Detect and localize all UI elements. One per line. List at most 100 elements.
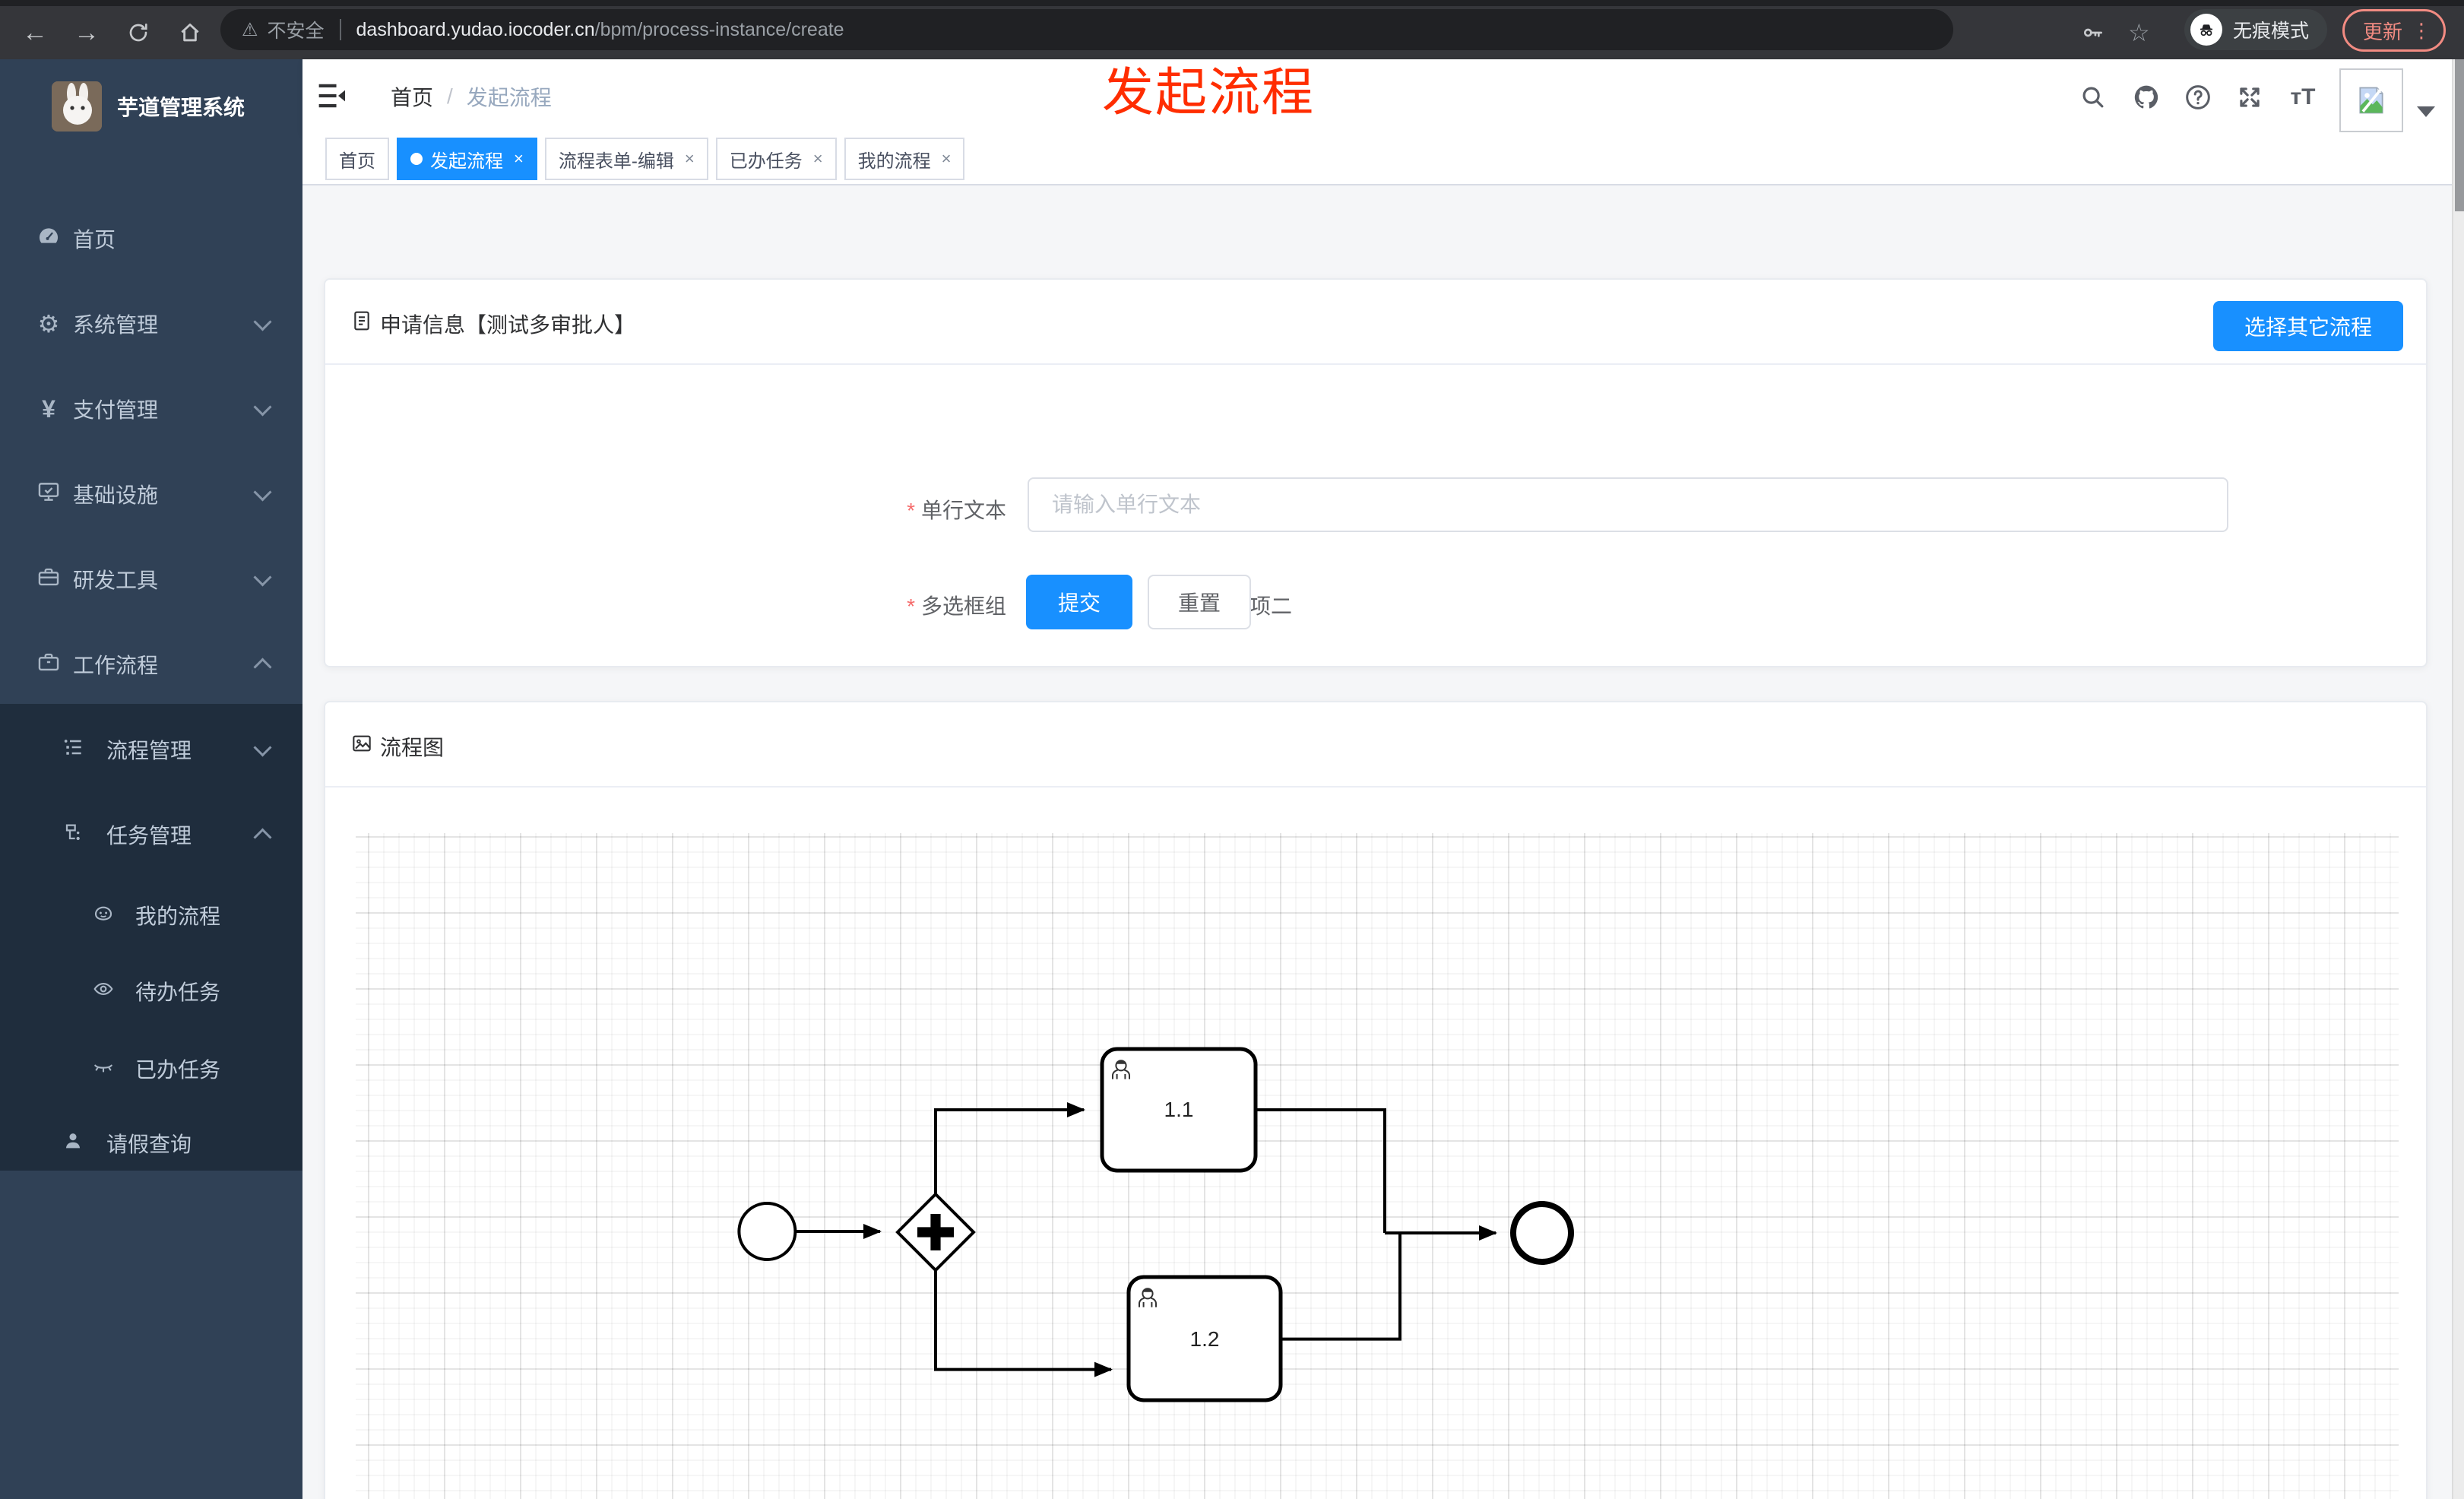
monitor-icon bbox=[33, 479, 64, 510]
robot-face-icon bbox=[88, 901, 119, 930]
active-tab-dot bbox=[410, 153, 423, 165]
card-header: 申请信息【测试多审批人】 选择其它流程 bbox=[325, 280, 2426, 365]
choose-other-process-button[interactable]: 选择其它流程 bbox=[2213, 301, 2403, 351]
card-title: 申请信息【测试多审批人】 bbox=[380, 313, 636, 337]
person-icon bbox=[58, 1129, 88, 1158]
sidebar-item-label: 系统管理 bbox=[73, 313, 159, 337]
flow-task1-out bbox=[1256, 1108, 1386, 1233]
close-tab-icon[interactable]: × bbox=[813, 149, 823, 169]
sidebar-item-process-mgmt[interactable]: 流程管理 bbox=[0, 711, 302, 788]
scrollbar-thumb[interactable] bbox=[2455, 59, 2464, 211]
tags-view-bar: 首页 发起流程 × 流程表单-编辑 × 已办任务 × 我的流程 × bbox=[302, 134, 2452, 185]
fullscreen-button[interactable] bbox=[2234, 82, 2265, 113]
search-button[interactable] bbox=[2078, 82, 2108, 113]
logo[interactable]: 芋道管理系统 bbox=[0, 59, 302, 154]
avatar-dropdown-caret[interactable] bbox=[2417, 106, 2435, 117]
submit-button[interactable]: 提交 bbox=[1026, 575, 1132, 629]
card-header: 流程图 bbox=[325, 702, 2426, 788]
github-icon bbox=[2134, 85, 2158, 109]
sidebar-item-system[interactable]: ⚙ 系统管理 bbox=[0, 286, 302, 362]
sidebar-item-label: 任务管理 bbox=[106, 824, 192, 848]
process-diagram-card: 流程图 1.1 1.2 bbox=[324, 701, 2428, 1499]
single-line-text-input[interactable] bbox=[1028, 477, 2228, 532]
tab-start-process[interactable]: 发起流程 × bbox=[397, 138, 537, 180]
chevron-down-icon bbox=[253, 312, 272, 331]
close-tab-icon[interactable]: × bbox=[514, 149, 524, 169]
address-bar[interactable]: ⚠ 不安全 dashboard.yudao.iocoder.cn /bpm/pr… bbox=[220, 9, 1953, 50]
reset-button[interactable]: 重置 bbox=[1148, 575, 1251, 629]
sidebar-item-task-mgmt[interactable]: 任务管理 bbox=[0, 797, 302, 873]
end-event[interactable] bbox=[1510, 1201, 1574, 1265]
close-tab-icon[interactable]: × bbox=[685, 149, 695, 169]
font-size-icon: ᴛT bbox=[2290, 84, 2316, 109]
breadcrumb-home[interactable]: 首页 bbox=[391, 81, 433, 112]
password-key-icon[interactable] bbox=[2070, 6, 2116, 59]
tab-home[interactable]: 首页 bbox=[325, 138, 389, 180]
tab-my-process[interactable]: 我的流程 × bbox=[844, 138, 965, 180]
not-secure-label[interactable]: 不安全 bbox=[268, 16, 325, 43]
expand-icon bbox=[2240, 87, 2260, 107]
field-label-text: * 单行文本 bbox=[907, 499, 1006, 522]
chevron-down-icon bbox=[253, 397, 272, 417]
sidebar-item-label: 研发工具 bbox=[73, 569, 159, 592]
sidebar-item-todo-tasks[interactable]: 待办任务 bbox=[0, 953, 302, 1029]
broken-image-icon bbox=[2359, 87, 2383, 114]
sidebar-item-leave-query[interactable]: 请假查询 bbox=[0, 1105, 302, 1181]
chevron-down-icon bbox=[253, 567, 272, 587]
close-tab-icon[interactable]: × bbox=[942, 149, 952, 169]
collapse-sidebar-button[interactable] bbox=[316, 82, 347, 109]
reload-icon bbox=[129, 24, 147, 42]
gear-icon: ⚙ bbox=[37, 310, 60, 338]
sidebar-item-home[interactable]: 首页 bbox=[0, 201, 302, 277]
yen-icon: ¥ bbox=[42, 395, 55, 423]
sidebar-item-infra[interactable]: 基础设施 bbox=[0, 456, 302, 532]
chevron-down-icon bbox=[253, 737, 272, 757]
tab-form-edit[interactable]: 流程表单-编辑 × bbox=[544, 138, 708, 180]
sidebar-item-label: 支付管理 bbox=[73, 398, 159, 422]
user-avatar[interactable] bbox=[2339, 68, 2403, 132]
logo-avatar bbox=[52, 81, 102, 132]
user-task-1-1[interactable]: 1.1 bbox=[1100, 1047, 1258, 1173]
required-mark: * bbox=[907, 594, 915, 618]
eye-icon bbox=[88, 977, 119, 1006]
sidebar-item-workflow[interactable]: 工作流程 bbox=[0, 626, 302, 702]
forward-button[interactable]: → bbox=[64, 6, 109, 59]
sidebar-item-label: 基础设施 bbox=[73, 483, 159, 507]
incognito-label: 无痕模式 bbox=[2233, 21, 2310, 42]
browser-window: ← → ⚠ 不安全 dashboard.yudao.iocoder.cn /bp… bbox=[0, 0, 2464, 1499]
app-header: 首页 / 发起流程 ᴛT bbox=[302, 59, 2452, 134]
image-icon bbox=[350, 731, 374, 762]
browser-menu-icon[interactable]: ⋮ bbox=[2412, 19, 2431, 43]
home-button[interactable] bbox=[167, 6, 213, 59]
bookmark-star-icon[interactable]: ☆ bbox=[2128, 6, 2150, 59]
sidebar-item-my-process[interactable]: 我的流程 bbox=[0, 877, 302, 953]
start-event[interactable] bbox=[737, 1202, 797, 1261]
chevron-down-icon bbox=[253, 482, 272, 502]
tab-done-tasks[interactable]: 已办任务 × bbox=[715, 138, 837, 180]
user-task-1-2[interactable]: 1.2 bbox=[1126, 1275, 1283, 1402]
field-label-checkbox-group: * 多选框组 bbox=[907, 594, 1006, 618]
sidebar-item-devtools[interactable]: 研发工具 bbox=[0, 541, 302, 617]
sidebar-item-label: 首页 bbox=[73, 228, 116, 252]
update-button[interactable]: 更新 ⋮ bbox=[2342, 9, 2447, 52]
sidebar-item-pay[interactable]: ¥ 支付管理 bbox=[0, 371, 302, 447]
page-scrollbar[interactable] bbox=[2452, 59, 2464, 1499]
chevron-up-icon bbox=[253, 827, 272, 847]
font-size-button[interactable]: ᴛT bbox=[2288, 82, 2318, 113]
sidebar-item-label: 我的流程 bbox=[135, 905, 221, 928]
back-button[interactable]: ← bbox=[12, 6, 58, 59]
key-icon bbox=[2084, 28, 2102, 37]
dashboard-icon bbox=[33, 223, 64, 255]
sidebar-item-label: 工作流程 bbox=[73, 654, 159, 677]
parallel-gateway[interactable] bbox=[895, 1192, 976, 1272]
bpmn-canvas[interactable]: 1.1 1.2 bbox=[356, 833, 2399, 1499]
main-area: 首页 / 发起流程 ᴛT 首页 发起流程 × 流程表单-编辑 × 已办任务 × … bbox=[302, 59, 2452, 1499]
breadcrumb-current: 发起流程 bbox=[466, 86, 552, 109]
page-content: 申请信息【测试多审批人】 选择其它流程 *单行文本 *多选框组 选项一 选项二 … bbox=[302, 185, 2452, 1499]
help-button[interactable] bbox=[2183, 82, 2213, 113]
github-link[interactable] bbox=[2131, 82, 2162, 113]
sidebar-item-done-tasks[interactable]: 已办任务 bbox=[0, 1031, 302, 1107]
incognito-badge: 无痕模式 bbox=[2184, 9, 2328, 50]
reload-button[interactable] bbox=[116, 6, 161, 59]
task-label: 1.2 bbox=[1190, 1327, 1220, 1351]
